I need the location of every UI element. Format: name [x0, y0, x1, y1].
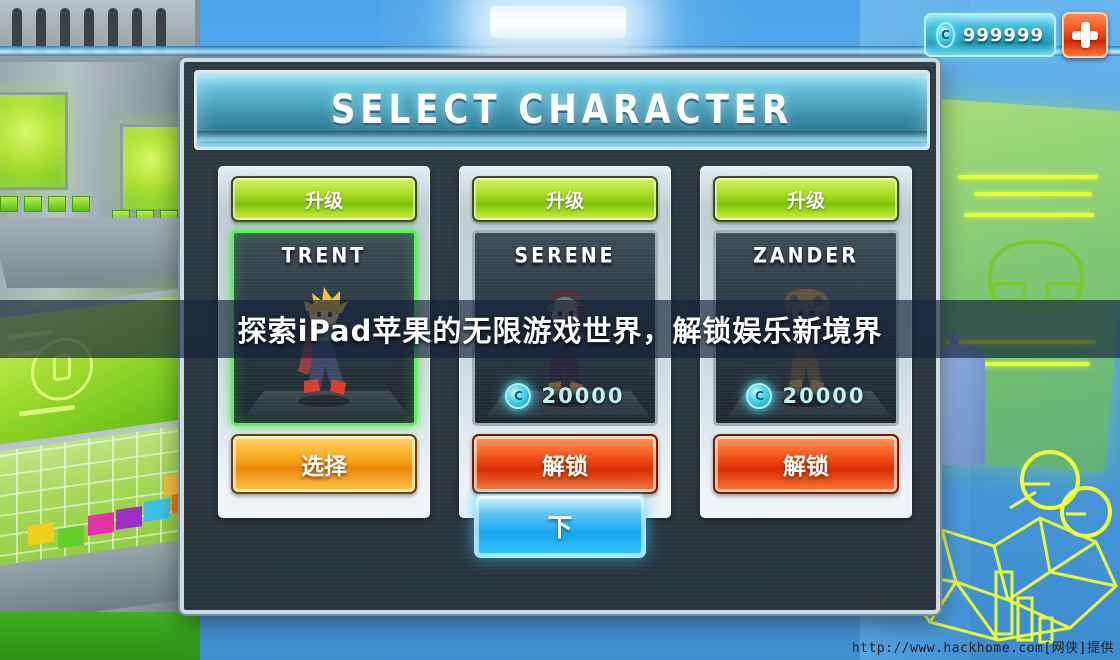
coin-amount: 999999	[962, 24, 1044, 46]
character-name: TRENT	[281, 243, 367, 269]
article-headline-overlay: 探索iPad苹果的无限游戏世界，解锁娱乐新境界	[0, 300, 1120, 358]
unlock-character-button[interactable]: 解锁	[472, 434, 658, 494]
hologram-line	[964, 213, 1094, 217]
background-monitor	[0, 92, 68, 190]
plus-icon-v	[1080, 22, 1090, 48]
character-name: SERENE	[514, 243, 616, 269]
background-keypad	[0, 196, 90, 212]
upgrade-button[interactable]: 升级	[713, 176, 899, 222]
unlock-character-button[interactable]: 解锁	[713, 434, 899, 494]
coin-icon: C	[505, 383, 532, 409]
currency-hud: C 999999	[924, 12, 1108, 58]
character-price: C 20000	[475, 383, 655, 409]
coin-balance-pill: C 999999	[924, 13, 1056, 57]
background-console	[0, 218, 205, 288]
site-watermark: http://www.hackhome.com[网侠]提供	[851, 641, 1114, 656]
character-name: ZANDER	[753, 243, 859, 269]
upgrade-button[interactable]: 升级	[231, 176, 417, 222]
character-price: C 20000	[716, 383, 896, 409]
hologram-line	[958, 175, 1098, 179]
coin-icon: C	[746, 383, 773, 409]
next-page-button[interactable]: 下	[474, 494, 646, 558]
add-coins-button[interactable]	[1062, 12, 1108, 58]
dialog-title-banner: SELECT CHARACTER	[194, 70, 930, 150]
page-title: SELECT CHARACTER	[330, 86, 794, 134]
hologram-line	[974, 192, 1092, 196]
portrait-floor	[245, 390, 409, 417]
price-amount: 20000	[782, 384, 866, 408]
coin-icon: C	[936, 22, 955, 48]
background-floor	[0, 612, 200, 660]
background-monitor	[120, 124, 188, 212]
hologram-line	[970, 362, 1090, 366]
game-screen: C 999999 SELECT CHARACTER 升级 TRENT 选择 升级…	[0, 0, 1120, 660]
price-amount: 20000	[541, 384, 625, 408]
headline-text: 探索iPad苹果的无限游戏世界，解锁娱乐新境界	[237, 314, 883, 348]
upgrade-button[interactable]: 升级	[472, 176, 658, 222]
select-character-button[interactable]: 选择	[231, 434, 417, 494]
ceiling-light	[490, 6, 626, 38]
